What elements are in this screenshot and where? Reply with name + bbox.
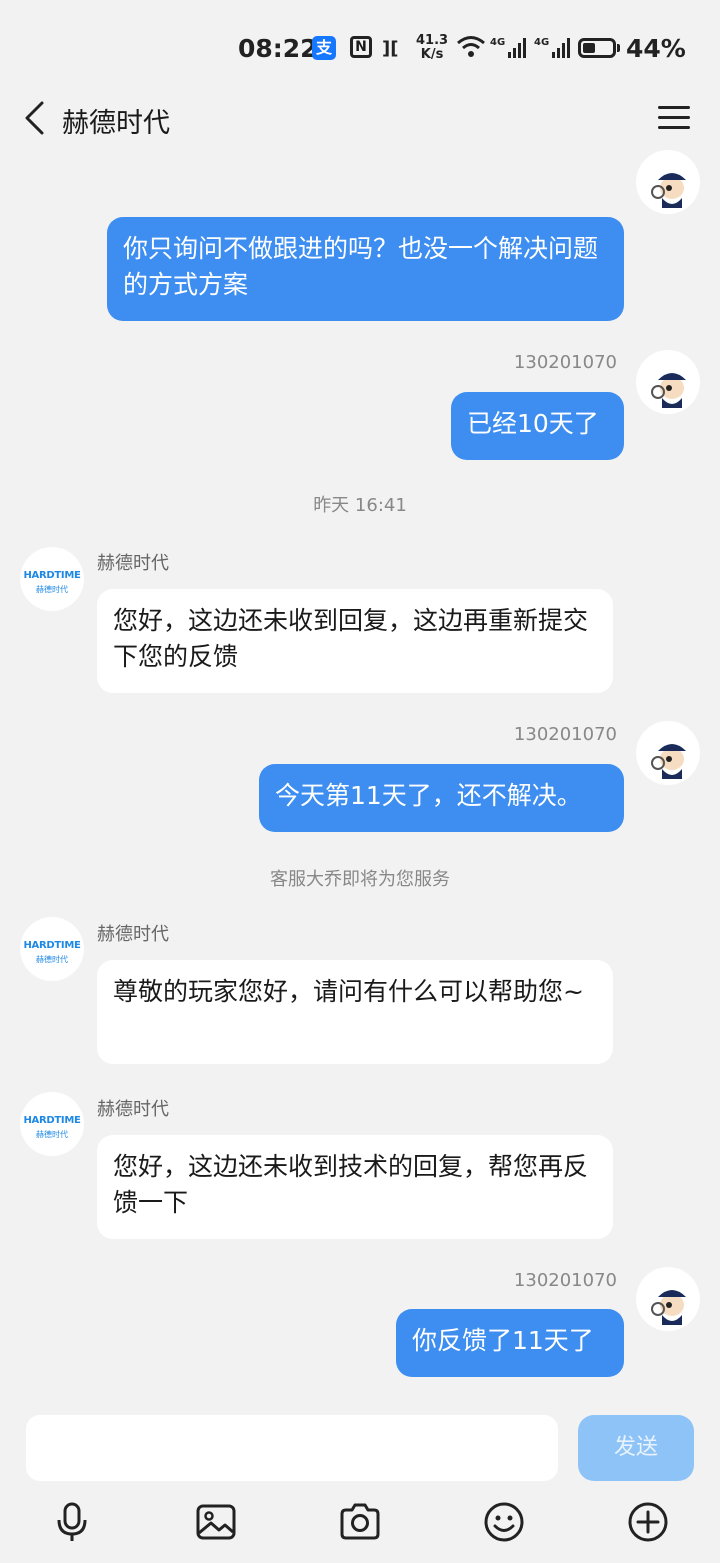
menu-icon[interactable] xyxy=(658,104,692,132)
svg-text:4G: 4G xyxy=(534,37,549,48)
message-text: 您好，这边还未收到技术的回复，帮您再反馈一下 xyxy=(113,1152,589,1217)
sender-name: 赫德时代 xyxy=(97,1099,169,1120)
brand-logo: HARDTIME xyxy=(23,570,81,581)
timestamp-divider: 昨天 16:41 xyxy=(313,495,407,516)
sender-name: 赫德时代 xyxy=(97,553,169,574)
svg-text:4G: 4G xyxy=(490,37,505,48)
user-avatar[interactable] xyxy=(636,721,700,785)
emoji-icon[interactable] xyxy=(482,1500,526,1544)
battery-fill xyxy=(583,43,595,53)
message-text: 您好，这边还未收到回复，这边再重新提交下您的反馈 xyxy=(113,606,589,671)
status-bar: 08:22 支 N ][ 41.3 K/s 4G 4G 44% xyxy=(0,0,720,96)
message-bubble[interactable]: 已经10天了 xyxy=(451,392,624,460)
message-bubble[interactable]: 您好，这边还未收到技术的回复，帮您再反馈一下 xyxy=(97,1135,613,1239)
user-avatar[interactable] xyxy=(636,150,700,214)
plus-icon[interactable] xyxy=(626,1500,670,1544)
brand-logo: HARDTIME xyxy=(23,1115,81,1126)
brand-avatar[interactable]: HARDTIME 赫德时代 xyxy=(20,1092,84,1156)
brand-avatar[interactable]: HARDTIME 赫德时代 xyxy=(20,547,84,611)
message-text: 你只询问不做跟进的吗？也没一个解决问题的方式方案 xyxy=(123,234,599,299)
brand-logo: HARDTIME xyxy=(23,940,81,951)
signal-4g-icon-2: 4G xyxy=(534,37,570,58)
network-speed-value: 41.3 xyxy=(416,33,449,48)
message-bubble[interactable]: 尊敬的玩家您好，请问有什么可以帮助您~ xyxy=(97,960,613,1064)
message-text: 已经10天了 xyxy=(467,409,599,438)
brand-logo-sub: 赫德时代 xyxy=(36,955,68,964)
camera-icon[interactable] xyxy=(338,1500,382,1544)
message-text: 尊敬的玩家您好，请问有什么可以帮助您~ xyxy=(113,977,584,1006)
nfc-icon: N xyxy=(350,36,372,58)
message-bubble[interactable]: 今天第11天了，还不解决。 xyxy=(259,764,624,832)
network-speed: 41.3 K/s xyxy=(416,34,448,62)
chat-area[interactable]: 你只询问不做跟进的吗？也没一个解决问题的方式方案 130201070 已经10天… xyxy=(0,140,720,1400)
message-text: 你反馈了11天了 xyxy=(412,1326,594,1355)
system-notice: 客服大乔即将为您服务 xyxy=(270,869,450,890)
sender-name: 赫德时代 xyxy=(97,924,169,945)
user-avatar[interactable] xyxy=(636,350,700,414)
network-speed-unit: K/s xyxy=(420,47,444,62)
brand-logo-sub: 赫德时代 xyxy=(36,1130,68,1139)
signal-4g-icon: 4G xyxy=(490,37,526,58)
message-bubble[interactable]: 你反馈了11天了 xyxy=(396,1309,624,1377)
message-text: 今天第11天了，还不解决。 xyxy=(275,781,582,810)
vibrate-icon: ][ xyxy=(382,38,399,59)
cartoon-avatar-icon xyxy=(651,173,686,208)
sender-id: 130201070 xyxy=(513,724,617,745)
brand-logo-sub: 赫德时代 xyxy=(36,585,68,594)
page-title: 赫德时代 xyxy=(62,108,170,139)
message-bubble[interactable]: 您好，这边还未收到回复，这边再重新提交下您的反馈 xyxy=(97,589,613,693)
message-input[interactable] xyxy=(26,1415,558,1481)
brand-avatar[interactable]: HARDTIME 赫德时代 xyxy=(20,917,84,981)
microphone-icon[interactable] xyxy=(50,1500,94,1544)
image-icon[interactable] xyxy=(194,1500,238,1544)
cartoon-avatar-icon xyxy=(651,1290,686,1325)
message-bubble[interactable]: 你只询问不做跟进的吗？也没一个解决问题的方式方案 xyxy=(107,217,624,321)
battery-tip xyxy=(617,44,620,52)
user-avatar[interactable] xyxy=(636,1267,700,1331)
sender-id: 130201070 xyxy=(513,1270,617,1291)
battery-icon xyxy=(578,38,616,58)
cartoon-avatar-icon xyxy=(651,744,686,779)
alipay-icon: 支 xyxy=(312,36,336,60)
back-icon[interactable] xyxy=(22,100,46,136)
wifi-icon xyxy=(457,36,485,57)
sender-id: 130201070 xyxy=(513,352,617,373)
status-time: 08:22 xyxy=(238,34,318,63)
battery-percent: 44% xyxy=(626,34,686,63)
send-button[interactable]: 发送 xyxy=(578,1415,694,1481)
cartoon-avatar-icon xyxy=(651,373,686,408)
